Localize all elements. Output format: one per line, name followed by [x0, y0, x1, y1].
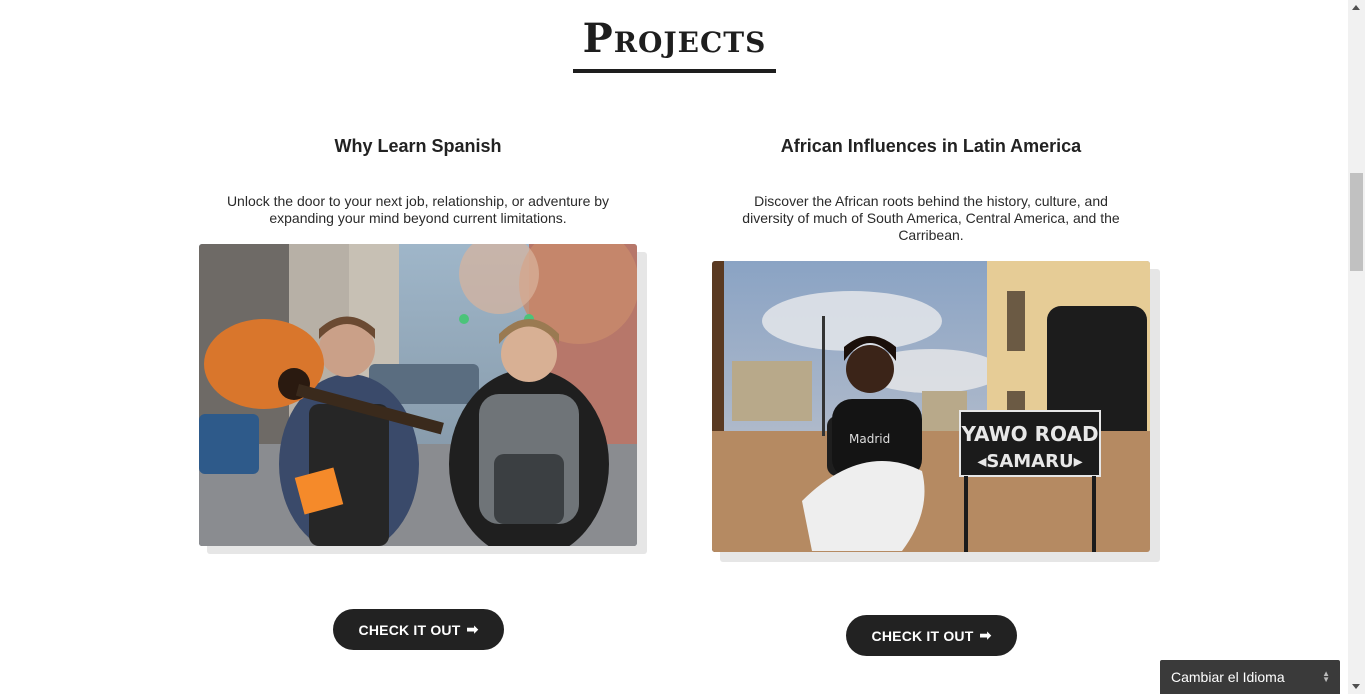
arrow-right-icon: ➡: [979, 627, 992, 643]
language-selector-label: Cambiar el Idioma: [1171, 669, 1285, 685]
card-description-spanish: Unlock the door to your next job, relati…: [226, 193, 610, 226]
card-title-african-influences: African Influences in Latin America: [780, 136, 1082, 156]
section-title: Projects: [582, 15, 767, 62]
check-it-out-button-african-influences[interactable]: CHECK IT OUT ➡: [846, 615, 1017, 656]
language-selector[interactable]: Cambiar el Idioma ▲ ▼: [1160, 660, 1340, 694]
yawo-road-image[interactable]: Madrid YAWO ROAD ◂SAMARU▸: [712, 261, 1150, 552]
button-label: CHECK IT OUT: [358, 621, 461, 638]
card-description-african-influences: Discover the African roots behind the hi…: [742, 193, 1120, 243]
svg-text:Madrid: Madrid: [849, 432, 890, 446]
backpackers-image[interactable]: [199, 244, 637, 546]
button-label: CHECK IT OUT: [871, 627, 974, 644]
title-underline: [573, 69, 776, 73]
card-title-spanish: Why Learn Spanish: [334, 136, 502, 156]
scroll-down-icon[interactable]: [1352, 684, 1360, 689]
check-it-out-button-spanish[interactable]: CHECK IT OUT ➡: [333, 609, 504, 650]
scroll-up-icon[interactable]: [1352, 5, 1360, 10]
yawo-road-photo: Madrid YAWO ROAD ◂SAMARU▸: [712, 261, 1150, 552]
select-arrows-icon: ▲ ▼: [1322, 669, 1330, 684]
arrow-right-icon: ➡: [466, 621, 479, 637]
backpackers-photo: [199, 244, 637, 546]
scrollbar-thumb[interactable]: [1350, 173, 1363, 271]
sign-line-2: ◂SAMARU▸: [977, 451, 1082, 472]
page-scrollbar[interactable]: [1348, 0, 1365, 694]
sign-line-1: YAWO ROAD: [960, 422, 1098, 446]
